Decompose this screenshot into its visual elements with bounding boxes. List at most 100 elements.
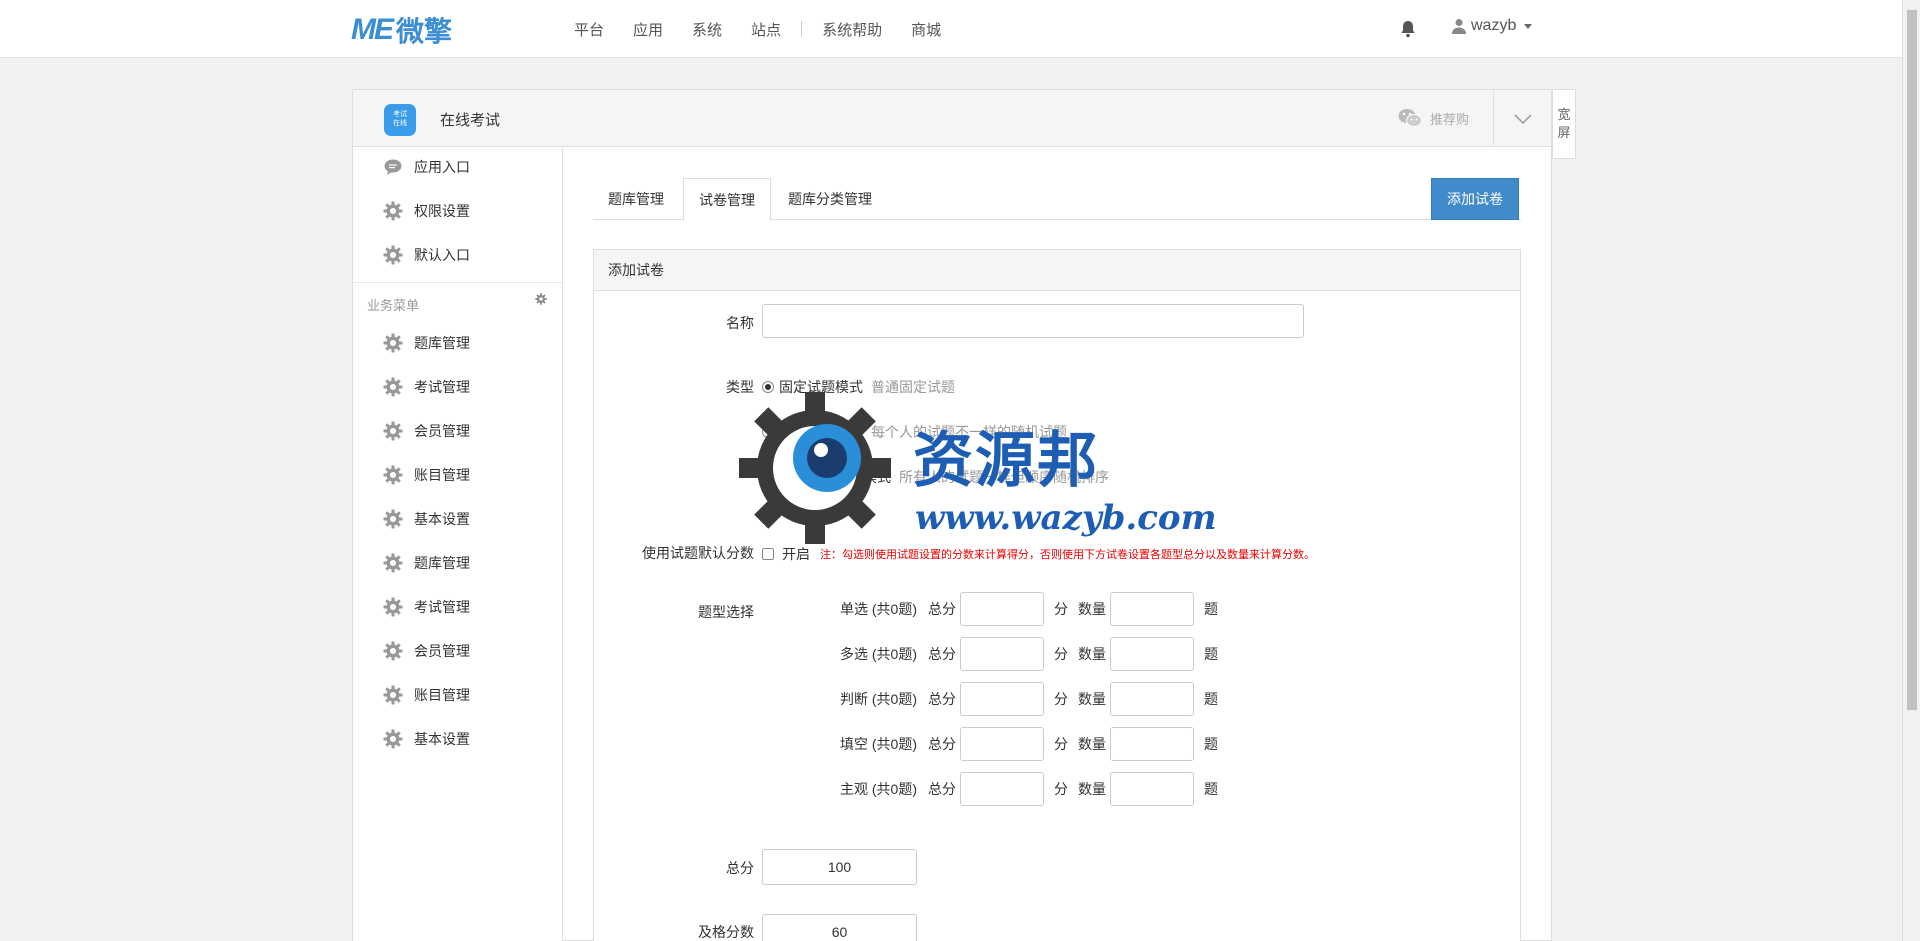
sidebar-item-label: 考试管理 [414, 599, 470, 615]
sidebar-biz-item[interactable]: 账目管理 [383, 465, 470, 485]
gear-icon [383, 685, 403, 705]
option-hint: 每个人的试题不一样的随机试题 [871, 424, 1067, 440]
count-unit: 题 [1204, 601, 1218, 617]
nav-system[interactable]: 系统 [692, 19, 722, 40]
tab-bar: 题库管理 试卷管理 题库分类管理 [593, 178, 1521, 221]
bell-icon[interactable] [1400, 20, 1416, 38]
name-input[interactable] [762, 304, 1304, 338]
sidebar-item-label: 会员管理 [414, 643, 470, 659]
sidebar-biz-item[interactable]: 会员管理 [383, 421, 470, 441]
user-menu[interactable]: wazyb [1452, 17, 1533, 35]
total-prefix: 总分 [928, 646, 956, 662]
count-label: 数量 [1078, 691, 1106, 707]
scrollbar-thumb[interactable] [1907, 10, 1917, 710]
gear-icon [383, 245, 403, 265]
sidebar-item-label: 账目管理 [414, 467, 470, 483]
option-hint: 普通固定试题 [871, 379, 955, 395]
sidebar-biz-item[interactable]: 账目管理 [383, 685, 470, 705]
qtype-score-input[interactable] [960, 592, 1044, 626]
add-paper-button[interactable]: 添加试卷 [1431, 178, 1519, 220]
type-option-fixed[interactable]: 固定试题模式 普通固定试题 [762, 377, 955, 397]
app-icon-text-1: 考试 [393, 111, 407, 118]
type-label: 类型 [726, 379, 754, 395]
sidebar-biz-item[interactable]: 考试管理 [383, 597, 470, 617]
qtype-count-input[interactable] [1110, 682, 1194, 716]
type-option-random-order[interactable]: 试题顺序随机模式 所有人的试题一样但顺序随机排序 [762, 467, 1109, 487]
qtype-count-input[interactable] [1110, 727, 1194, 761]
qtype-score-input[interactable] [960, 682, 1044, 716]
chevron-down-icon [1524, 23, 1533, 29]
nav-help[interactable]: 系统帮助 [822, 19, 882, 40]
sidebar-item-permissions[interactable]: 权限设置 [383, 201, 470, 221]
qtype-row: 多选 (共0题) 总分 分数量 题 [840, 637, 1228, 671]
pass-score-input[interactable]: 60 [762, 914, 917, 941]
qtype-count-input[interactable] [1110, 637, 1194, 671]
sidebar-biz-item[interactable]: 基本设置 [383, 729, 470, 749]
panel-title: 添加试卷 [594, 250, 1520, 291]
score-unit: 分 [1054, 781, 1068, 797]
top-navbar: ME 微擎 平台 应用 系统 站点 系统帮助 商城 wazyb [0, 0, 1902, 58]
nav-store[interactable]: 商城 [911, 19, 941, 40]
score-unit: 分 [1054, 601, 1068, 617]
recommend-label: 推荐购 [1430, 111, 1470, 127]
sidebar-item-label: 权限设置 [414, 203, 470, 219]
qtype-count-input[interactable] [1110, 772, 1194, 806]
logo[interactable]: ME 微擎 [351, 13, 452, 47]
qtype-score-input[interactable] [960, 772, 1044, 806]
checkbox[interactable] [762, 548, 774, 560]
nav-site[interactable]: 站点 [751, 19, 781, 40]
sidebar-item-default-entry[interactable]: 默认入口 [383, 245, 470, 265]
sidebar-item-label: 默认入口 [414, 247, 470, 263]
sidebar: 应用入口 权限设置 默认入口 业务菜单 题库管理 考试管理 会员管理 账目管理 基本设置… [353, 147, 563, 941]
default-score-note: 注：勾选则使用试题设置的分数来计算得分，否则使用下方试卷设置各题型总分以及数量来… [820, 549, 1315, 561]
main-nav: 平台 应用 系统 站点 系统帮助 商城 [574, 0, 970, 58]
collapse-button[interactable] [1493, 90, 1551, 147]
add-paper-panel: 添加试卷 名称 类型 固定试题模式 普通固定试题 随机试题模式 每个人的试题不一… [593, 249, 1521, 941]
sidebar-item-label: 题库管理 [414, 335, 470, 351]
count-unit: 题 [1204, 736, 1218, 752]
chevron-down-icon [1513, 113, 1532, 124]
tab-question-bank[interactable]: 题库管理 [593, 178, 679, 220]
radio-button[interactable] [762, 426, 774, 438]
qtype-name: 填空 (共0题) [840, 736, 917, 752]
wide-screen-toggle[interactable]: 宽 屏 [1552, 89, 1576, 159]
total-label: 总分 [726, 860, 754, 876]
app-header: 考试 在线 在线考试 推荐购 [353, 90, 1551, 147]
type-option-random[interactable]: 随机试题模式 每个人的试题不一样的随机试题 [762, 422, 1067, 442]
qtype-score-input[interactable] [960, 727, 1044, 761]
radio-button[interactable] [762, 381, 774, 393]
tab-bank-categories[interactable]: 题库分类管理 [773, 178, 887, 220]
sidebar-biz-item[interactable]: 题库管理 [383, 333, 470, 353]
scrollbar[interactable] [1902, 0, 1920, 941]
sidebar-item-app-entry[interactable]: 应用入口 [383, 157, 470, 177]
default-score-option[interactable]: 开启 注：勾选则使用试题设置的分数来计算得分，否则使用下方试卷设置各题型总分以及… [762, 544, 1315, 564]
count-label: 数量 [1078, 781, 1106, 797]
qtype-name: 判断 (共0题) [840, 691, 917, 707]
nav-apps[interactable]: 应用 [633, 19, 663, 40]
qtype-count-input[interactable] [1110, 592, 1194, 626]
wide-label-2: 屏 [1557, 125, 1571, 140]
sidebar-biz-item[interactable]: 会员管理 [383, 641, 470, 661]
sidebar-biz-item[interactable]: 考试管理 [383, 377, 470, 397]
gear-icon [383, 597, 403, 617]
radio-button[interactable] [762, 471, 774, 483]
gear-icon [383, 553, 403, 573]
gear-icon[interactable] [535, 293, 547, 305]
gear-icon [383, 377, 403, 397]
total-score-input[interactable]: 100 [762, 849, 917, 885]
total-prefix: 总分 [928, 601, 956, 617]
qtype-score-input[interactable] [960, 637, 1044, 671]
sidebar-biz-item[interactable]: 基本设置 [383, 509, 470, 529]
sidebar-item-label: 会员管理 [414, 423, 470, 439]
gear-icon [383, 729, 403, 749]
sidebar-biz-item[interactable]: 题库管理 [383, 553, 470, 573]
nav-platform[interactable]: 平台 [574, 19, 604, 40]
tab-exam-papers[interactable]: 试卷管理 [683, 178, 771, 221]
sidebar-item-label: 应用入口 [414, 159, 470, 175]
qtype-row: 单选 (共0题) 总分 分数量 题 [840, 592, 1228, 626]
qtype-row: 判断 (共0题) 总分 分数量 题 [840, 682, 1228, 716]
option-label: 试题顺序随机模式 [779, 469, 891, 485]
count-label: 数量 [1078, 736, 1106, 752]
sidebar-divider [353, 282, 563, 283]
recommend-link[interactable]: 推荐购 [1398, 108, 1469, 128]
